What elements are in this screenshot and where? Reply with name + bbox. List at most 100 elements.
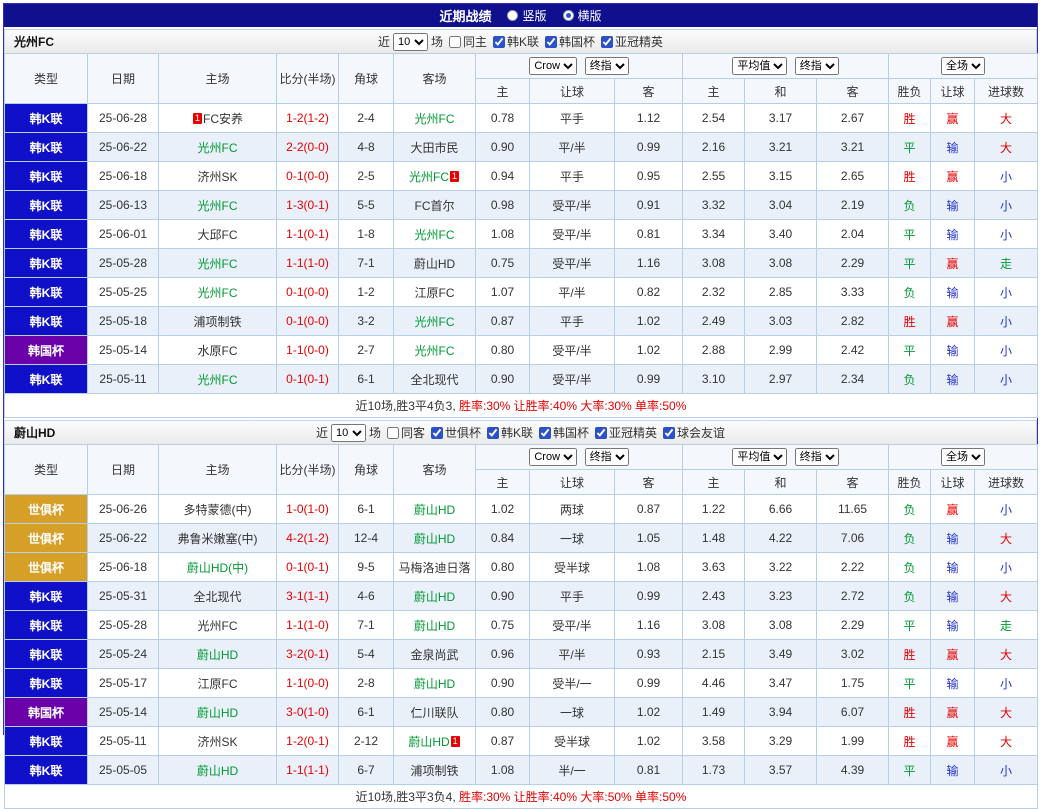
crown-away-odds: 0.93 [615, 640, 683, 669]
crown-away-odds: 1.08 [615, 553, 683, 582]
away-team-cell: 蔚山HD [394, 669, 476, 698]
result-outcome: 胜 [889, 104, 931, 133]
fulltime-select[interactable]: 全场 [941, 448, 985, 466]
result-handicap: 输 [931, 220, 975, 249]
match-date: 25-06-26 [88, 495, 159, 524]
layout-option-horizontal[interactable]: 横版 [563, 7, 602, 24]
match-type-badge: 韩K联 [5, 162, 88, 191]
match-count-select[interactable]: 10 [331, 424, 366, 442]
filter-option[interactable]: 亚冠精英 [592, 424, 657, 441]
red-card-badge: 1 [193, 113, 202, 124]
layout-option-vertical[interactable]: 竖版 [507, 7, 546, 24]
odds-time-select[interactable]: 终指 [585, 57, 629, 75]
filter-checkbox[interactable] [493, 36, 505, 48]
match-type-badge: 世俱杯 [5, 495, 88, 524]
crown-handicap: 受半球 [530, 727, 615, 756]
avg-time-select[interactable]: 终指 [795, 448, 839, 466]
match-count-select[interactable]: 10 [393, 33, 428, 51]
match-date: 25-05-11 [88, 727, 159, 756]
col-header-corners: 角球 [339, 54, 394, 104]
avg-draw-odds: 3.49 [745, 640, 817, 669]
home-team-name: 全北现代 [193, 590, 241, 604]
avg-home-odds: 3.58 [683, 727, 745, 756]
avg-time-select[interactable]: 终指 [795, 57, 839, 75]
home-team-name: 光州FC [198, 141, 238, 155]
away-team-name: 蔚山HD [414, 590, 455, 604]
filter-option[interactable]: 同主 [446, 33, 487, 50]
filter-checkbox[interactable] [387, 427, 399, 439]
result-goals: 大 [975, 104, 1038, 133]
result-outcome: 胜 [889, 162, 931, 191]
crown-home-odds: 0.78 [476, 104, 530, 133]
crown-odds-group: Crow 终指 [476, 445, 683, 470]
crown-away-odds: 0.81 [615, 220, 683, 249]
filter-checkbox[interactable] [487, 427, 499, 439]
away-team-name: 蔚山HD [414, 677, 455, 691]
filter-option[interactable]: 同客 [384, 424, 425, 441]
avg-draw-odds: 3.22 [745, 553, 817, 582]
avg-draw-odds: 3.08 [745, 249, 817, 278]
odds-time-select[interactable]: 终指 [585, 448, 629, 466]
avg-draw-odds: 3.29 [745, 727, 817, 756]
summary-segment: 胜率:30% [459, 399, 510, 413]
result-goals: 走 [975, 249, 1038, 278]
home-team-name: 大邱FC [198, 228, 238, 242]
odds-source-select[interactable]: Crow [529, 57, 577, 75]
match-row: 韩K联25-05-05蔚山HD1-1(1-1)6-7浦项制铁1.08半/一0.8… [5, 756, 1038, 785]
crown-away-odds: 1.16 [615, 611, 683, 640]
filter-label: 韩K联 [507, 33, 539, 50]
fulltime-select[interactable]: 全场 [941, 57, 985, 75]
result-handicap: 输 [931, 133, 975, 162]
filter-option[interactable]: 亚冠精英 [598, 33, 663, 50]
crown-handicap: 受平/半 [530, 220, 615, 249]
away-team-name: FC首尔 [415, 199, 455, 213]
filter-checkbox[interactable] [595, 427, 607, 439]
home-team-cell: 弗鲁米嫩塞(中) [159, 524, 277, 553]
match-score: 1-1(0-0) [277, 669, 339, 698]
filter-option[interactable]: 球会友谊 [660, 424, 725, 441]
avg-source-select[interactable]: 平均值 [732, 448, 787, 466]
summary-segment: 单率:50% [632, 399, 687, 413]
filter-checkbox[interactable] [431, 427, 443, 439]
avg-source-select[interactable]: 平均值 [732, 57, 787, 75]
match-type-badge: 韩K联 [5, 104, 88, 133]
corner-score: 5-5 [339, 191, 394, 220]
summary-row: 近10场,胜3平4负3, 胜率:30% 让胜率:40% 大率:30% 单率:50… [5, 394, 1038, 418]
match-row: 韩国杯25-05-14水原FC1-1(0-0)2-7光州FC0.80受平/半1.… [5, 336, 1038, 365]
crown-away-odds: 0.99 [615, 133, 683, 162]
away-team-cell: 蔚山HD [394, 249, 476, 278]
crown-away-odds: 1.02 [615, 698, 683, 727]
filter-option[interactable]: 韩K联 [484, 424, 533, 441]
match-row: 韩K联25-05-17江原FC1-1(0-0)2-8蔚山HD0.90受半/一0.… [5, 669, 1038, 698]
home-team-cell: 光州FC [159, 278, 277, 307]
crown-handicap: 平手 [530, 104, 615, 133]
home-team-name: 弗鲁米嫩塞(中) [178, 532, 258, 546]
result-goals: 大 [975, 524, 1038, 553]
match-type-badge: 韩国杯 [5, 698, 88, 727]
result-handicap: 输 [931, 336, 975, 365]
filter-option[interactable]: 韩国杯 [536, 424, 589, 441]
filter-checkbox[interactable] [449, 36, 461, 48]
filter-option[interactable]: 韩K联 [490, 33, 539, 50]
filter-checkbox[interactable] [601, 36, 613, 48]
result-outcome: 胜 [889, 640, 931, 669]
match-date: 25-06-13 [88, 191, 159, 220]
avg-draw-odds: 3.03 [745, 307, 817, 336]
filter-checkbox[interactable] [539, 427, 551, 439]
col-header-avg-home: 主 [683, 470, 745, 495]
avg-draw-odds: 3.57 [745, 756, 817, 785]
corner-score: 6-1 [339, 365, 394, 394]
filter-option[interactable]: 韩国杯 [542, 33, 595, 50]
radio-unselected-icon [507, 10, 518, 21]
filter-checkbox[interactable] [663, 427, 675, 439]
summary-segment: 胜率:30% [459, 790, 510, 804]
team-name: 光州FC [14, 33, 54, 50]
filter-option[interactable]: 世俱杯 [428, 424, 481, 441]
result-outcome: 平 [889, 220, 931, 249]
away-team-name: 光州FC [415, 315, 455, 329]
filter-checkbox[interactable] [545, 36, 557, 48]
odds-source-select[interactable]: Crow [529, 448, 577, 466]
avg-away-odds: 2.65 [817, 162, 889, 191]
crown-handicap: 受半球 [530, 553, 615, 582]
match-date: 25-05-11 [88, 365, 159, 394]
